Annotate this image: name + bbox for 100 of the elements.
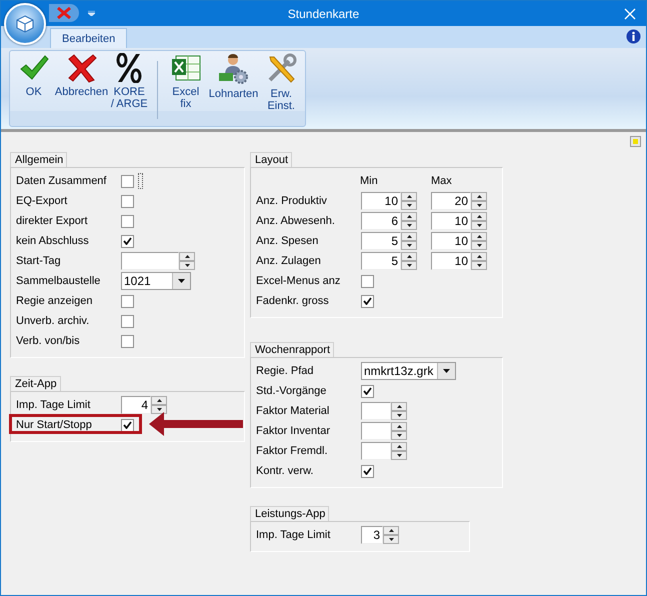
spin-up-button[interactable]: [391, 402, 407, 411]
number-field[interactable]: 10: [361, 192, 401, 210]
field-label: Nur Start/Stopp: [16, 419, 93, 431]
down-arrow-icon: [156, 408, 162, 411]
down-arrow-icon: [476, 244, 482, 247]
field-label: Regie. Pfad: [256, 365, 314, 377]
up-arrow-icon: [184, 255, 190, 258]
down-arrow-icon: [476, 264, 482, 267]
spin-up-button[interactable]: [471, 212, 487, 221]
checkbox[interactable]: [121, 174, 134, 188]
down-arrow-icon: [406, 204, 412, 207]
ribbon-button[interactable]: Erw. Einst.: [257, 53, 305, 112]
checkbox[interactable]: [121, 194, 134, 208]
checkbox[interactable]: [361, 384, 374, 398]
up-arrow-icon: [396, 425, 402, 428]
ribbon-button[interactable]: Abbrechen: [58, 53, 106, 98]
spin-down-button[interactable]: [151, 405, 167, 414]
field-label: Faktor Inventar: [256, 425, 331, 437]
spin-down-button[interactable]: [471, 261, 487, 270]
number-field[interactable]: 6: [361, 212, 401, 230]
checkbox[interactable]: [121, 294, 134, 308]
field-label: Fadenkr. gross: [256, 295, 330, 307]
spin-down-button[interactable]: [391, 451, 407, 460]
down-arrow-icon: [184, 264, 190, 267]
number-field[interactable]: 10: [431, 252, 471, 270]
spin-down-button[interactable]: [471, 201, 487, 210]
spin-down-button[interactable]: [471, 241, 487, 250]
number-field[interactable]: 5: [361, 252, 401, 270]
ribbon-tab[interactable]: Bearbeiten: [50, 28, 128, 48]
dropdown-field[interactable]: 1021: [121, 272, 191, 290]
spin-up-button[interactable]: [401, 232, 417, 241]
window-title: Stundenkarte: [288, 6, 360, 20]
checkbox[interactable]: [361, 464, 374, 478]
number-field[interactable]: [361, 422, 391, 440]
number-field[interactable]: [121, 252, 179, 270]
spin-up-button[interactable]: [179, 252, 195, 261]
up-arrow-icon: [388, 529, 394, 532]
group-title: Layout: [250, 152, 292, 167]
field-label: Verb. von/bis: [16, 335, 81, 347]
checkbox[interactable]: [121, 214, 134, 228]
spin-down-button[interactable]: [391, 431, 407, 440]
number-field[interactable]: [361, 442, 391, 460]
field-label: Kontr. verw.: [256, 465, 314, 477]
spin-down-button[interactable]: [401, 261, 417, 270]
field-label: Imp. Tage Limit: [16, 399, 92, 411]
number-field[interactable]: 4: [121, 396, 151, 414]
down-arrow-icon: [476, 224, 482, 227]
checkbox[interactable]: [361, 274, 374, 288]
spreadsheet-icon: [170, 53, 202, 83]
cross-icon: [57, 7, 71, 19]
spin-down-button[interactable]: [401, 221, 417, 230]
field-label: Anz. Spesen: [256, 235, 320, 247]
person-gear-icon: [217, 53, 250, 85]
spin-up-button[interactable]: [471, 232, 487, 241]
down-arrow-icon: [406, 264, 412, 267]
column-header: Min: [360, 175, 378, 187]
field-label: Start-Tag: [16, 255, 62, 267]
spin-down-button[interactable]: [383, 535, 399, 544]
spin-up-button[interactable]: [151, 396, 167, 405]
spin-down-button[interactable]: [179, 261, 195, 270]
spin-up-button[interactable]: [391, 422, 407, 431]
dropdown-field[interactable]: nmkrt13z.grk: [361, 362, 456, 380]
spin-up-button[interactable]: [391, 442, 407, 451]
group-title: Allgemein: [10, 152, 68, 167]
checkbox[interactable]: [361, 294, 374, 308]
down-arrow-icon: [388, 538, 394, 541]
checkbox[interactable]: [121, 334, 134, 348]
cube-icon: [16, 15, 34, 33]
spin-up-button[interactable]: [401, 212, 417, 221]
checkbox[interactable]: [121, 314, 134, 328]
info-icon[interactable]: [626, 29, 641, 44]
up-arrow-icon: [156, 399, 162, 402]
ribbon-button[interactable]: Excel fix: [162, 53, 210, 110]
checkbox[interactable]: [121, 418, 134, 432]
number-field[interactable]: 3: [361, 526, 383, 544]
up-arrow-icon: [476, 195, 482, 198]
spin-down-button[interactable]: [401, 201, 417, 210]
up-arrow-icon: [396, 445, 402, 448]
field-label: Imp. Tage Limit: [256, 529, 332, 541]
number-field[interactable]: 20: [431, 192, 471, 210]
field-label: Faktor Fremdl.: [256, 445, 329, 457]
spin-down-button[interactable]: [391, 411, 407, 420]
number-field[interactable]: 10: [431, 232, 471, 250]
spin-up-button[interactable]: [401, 192, 417, 201]
down-arrow-icon: [396, 454, 402, 457]
number-field[interactable]: 10: [431, 212, 471, 230]
spin-down-button[interactable]: [471, 221, 487, 230]
number-field[interactable]: [361, 402, 391, 420]
field-label: Daten Zusammenf: [16, 175, 108, 187]
spin-up-button[interactable]: [383, 526, 399, 535]
group-title: Leistungs-App: [250, 506, 330, 521]
spin-down-button[interactable]: [401, 241, 417, 250]
ribbon-button[interactable]: Lohnarten: [209, 53, 258, 100]
number-field[interactable]: 5: [361, 232, 401, 250]
checkbox[interactable]: [121, 234, 134, 248]
app-menu-button[interactable]: [4, 3, 46, 45]
spin-up-button[interactable]: [401, 252, 417, 261]
spin-up-button[interactable]: [471, 252, 487, 261]
spin-up-button[interactable]: [471, 192, 487, 201]
up-arrow-icon: [406, 215, 412, 218]
